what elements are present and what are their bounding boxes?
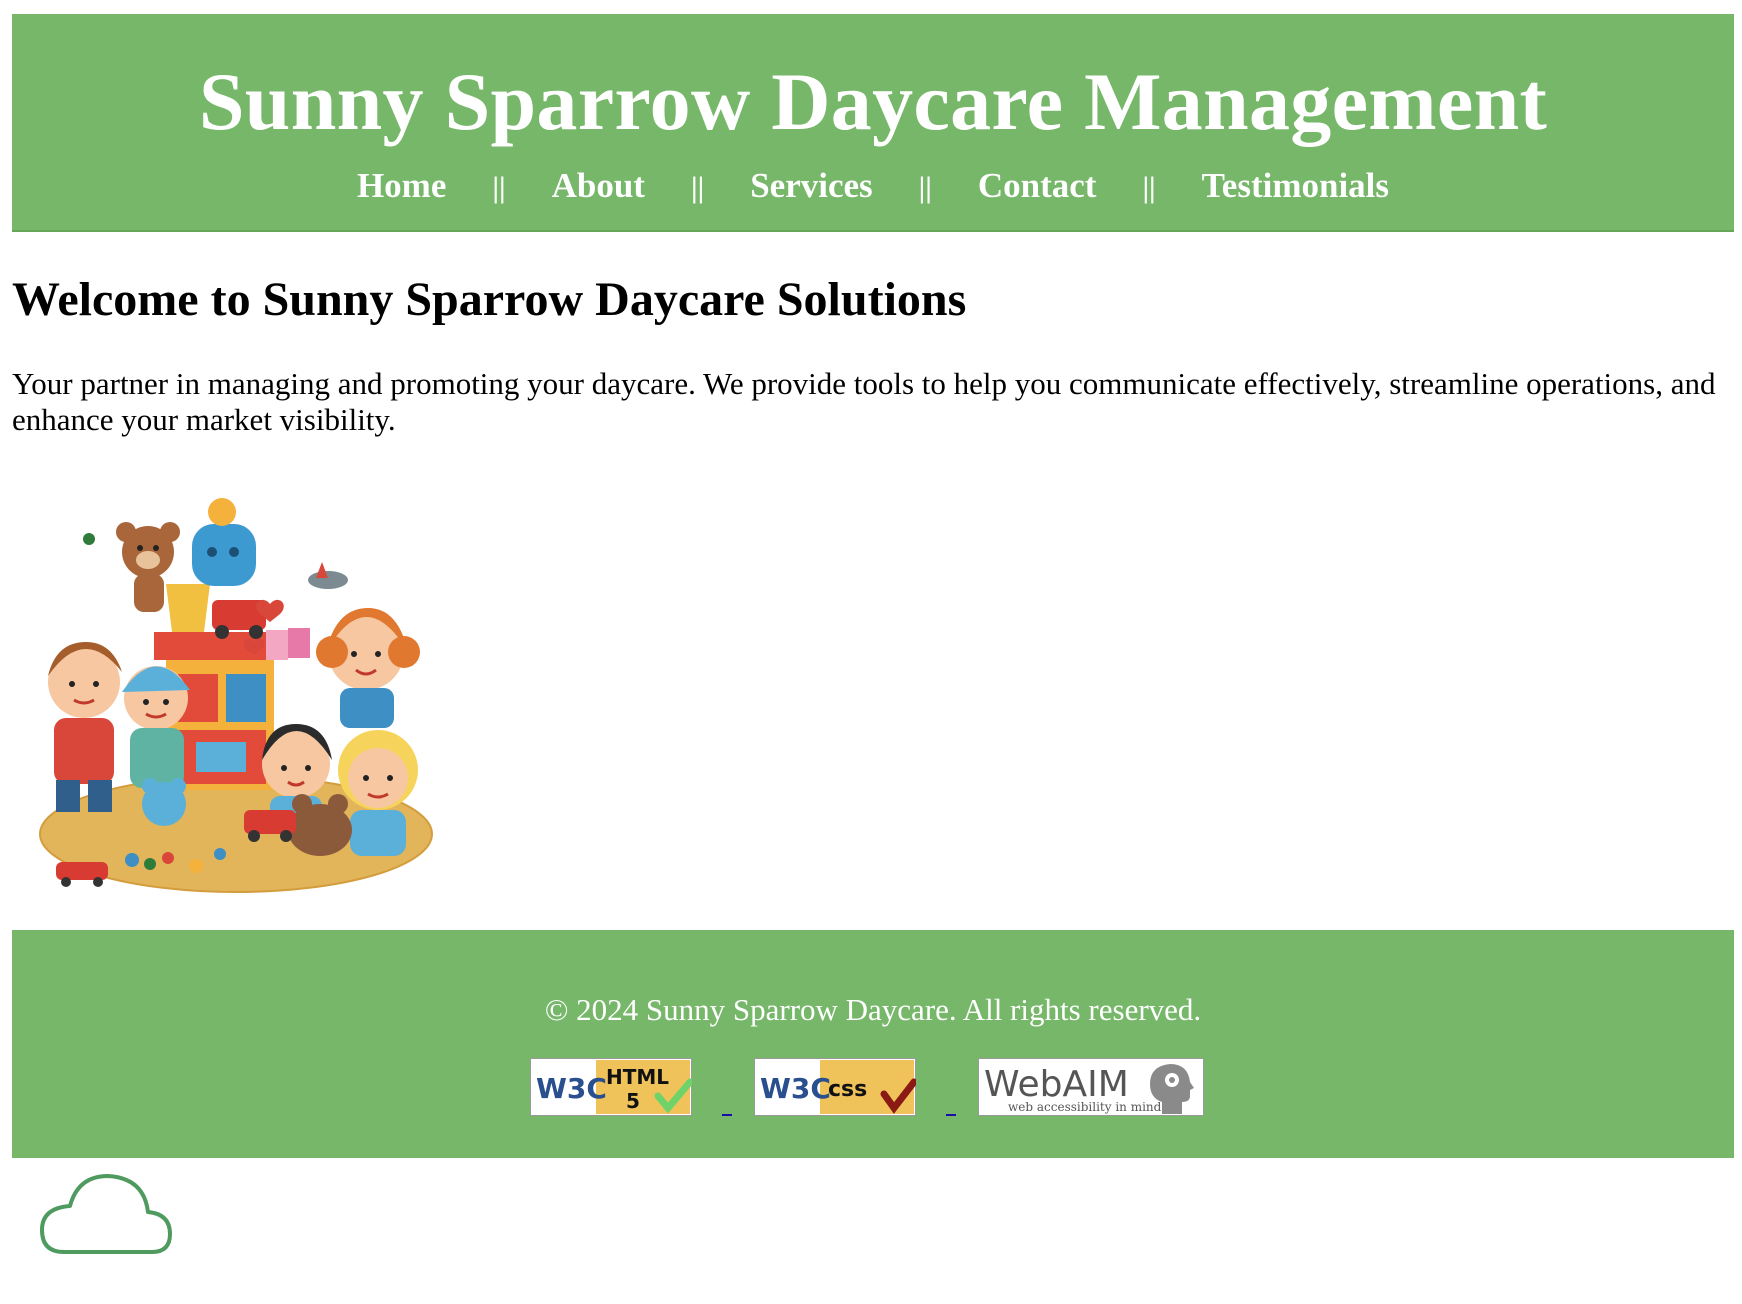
- welcome-heading: Welcome to Sunny Sparrow Daycare Solutio…: [12, 273, 967, 326]
- intro-paragraph: Your partner in managing and promoting y…: [12, 366, 1716, 437]
- nav-services[interactable]: Services: [750, 166, 872, 205]
- badge-html-text: HTML: [606, 1065, 669, 1089]
- nav-separator: ||: [492, 171, 506, 204]
- webaim-tagline-text: web accessibility in mind: [1008, 1100, 1162, 1114]
- webaim-badge: WebAIM web accessibility in mind: [978, 1058, 1204, 1116]
- badge-w3c-text: W3C: [760, 1072, 831, 1105]
- nav-about[interactable]: About: [552, 166, 645, 205]
- cloud-outline-icon: [40, 1174, 172, 1254]
- validation-badges: W3C HTML 5 W3C css WebAIM web accessibil…: [12, 1054, 1734, 1116]
- nav-home[interactable]: Home: [357, 166, 446, 205]
- main-nav: Home || About || Services || Contact || Testimon…: [12, 164, 1734, 210]
- site-title: Sunny Sparrow Daycare Management: [198, 56, 1548, 147]
- nav-separator: ||: [918, 171, 932, 204]
- webaim-brand-text: WebAIM: [984, 1064, 1129, 1105]
- webaim-link[interactable]: WebAIM web accessibility in mind: [978, 1058, 1204, 1116]
- nav-separator: ||: [1142, 171, 1156, 204]
- badge-w3c-text: W3C: [536, 1072, 607, 1105]
- link-underline: [946, 1110, 956, 1116]
- w3c-css-badge: W3C css: [754, 1058, 916, 1116]
- badge-css-text: css: [828, 1077, 867, 1102]
- badge-html-version: 5: [626, 1089, 640, 1113]
- nav-separator: ||: [690, 171, 705, 204]
- copyright-text: © 2024 Sunny Sparrow Daycare. All rights…: [544, 992, 1202, 1027]
- nav-testimonials[interactable]: Testimonials: [1202, 166, 1389, 205]
- html5-validator-link[interactable]: W3C HTML 5: [530, 1058, 742, 1116]
- site-footer: © 2024 Sunny Sparrow Daycare. All rights…: [12, 930, 1734, 1158]
- nav-contact[interactable]: Contact: [978, 166, 1097, 205]
- site-header: Sunny Sparrow Daycare Management Home || A…: [12, 14, 1734, 232]
- page: Sunny Sparrow Daycare Management Home || A…: [0, 0, 1742, 1304]
- link-underline: [722, 1110, 732, 1116]
- children-playing-illustration: [39, 498, 433, 893]
- css-validator-link[interactable]: W3C css: [754, 1058, 966, 1116]
- w3c-html5-badge: W3C HTML 5: [530, 1058, 692, 1116]
